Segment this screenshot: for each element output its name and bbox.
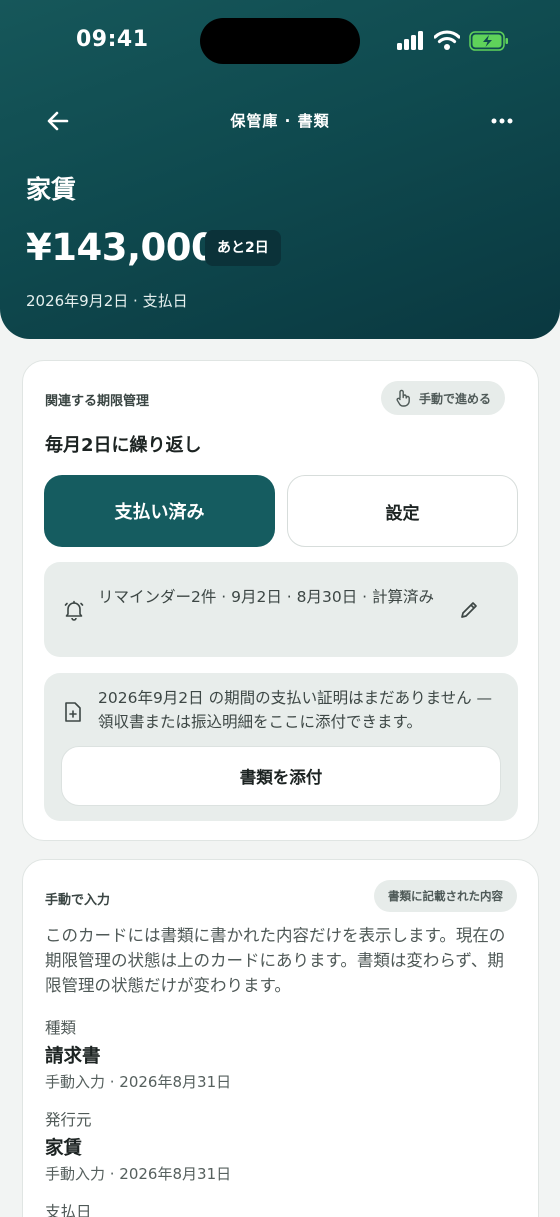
page-title: 家賃 <box>26 175 77 204</box>
document-add-icon <box>65 702 81 722</box>
manual-entry-card: 手動で入力 書類に記載された内容 このカードには書類に書かれた内容だけを表示しま… <box>22 859 539 1217</box>
document-content-chip: 書類に記載された内容 <box>374 880 517 912</box>
manual-advance-chip[interactable]: 手動で進める <box>381 381 506 415</box>
field-label-type: 種類 <box>45 1019 77 1037</box>
more-icon <box>491 118 513 124</box>
nav-bar: 保管庫 · 書類 <box>0 96 560 146</box>
pencil-icon[interactable] <box>458 599 480 621</box>
paid-button[interactable]: 支払い済み <box>44 475 275 547</box>
attach-document-button[interactable]: 書類を添付 <box>61 746 501 806</box>
attach-proof-panel: 2026年9月2日 の期間の支払い証明はまだありません — 領収書または振込明細… <box>44 673 518 821</box>
nav-title: 保管庫 · 書類 <box>230 112 330 130</box>
manual-card-label: 手動で入力 <box>45 893 111 908</box>
reminder-text: リマインダー2件 · 9月2日 · 8月30日 · 計算済み <box>98 588 435 606</box>
status-time: 09:41 <box>76 27 149 52</box>
field-value-issuer: 家賃 <box>45 1138 83 1159</box>
more-button[interactable] <box>484 106 520 136</box>
header: 09:41 保管庫 · 書類 家賃 ¥143,000 あと2日 2026年9月2… <box>0 0 560 339</box>
attach-proof-text: 2026年9月2日 の期間の支払い証明はまだありません — 領収書または振込明細… <box>98 689 493 731</box>
field-meta-issuer: 手動入力 · 2026年8月31日 <box>45 1165 232 1183</box>
status-bar: 09:41 <box>0 0 560 80</box>
recurrence-text: 毎月2日に繰り返し <box>45 435 202 456</box>
field-label-due-date: 支払日 <box>45 1203 92 1217</box>
amount: ¥143,000 <box>26 226 217 269</box>
field-meta-type: 手動入力 · 2026年8月31日 <box>45 1073 232 1091</box>
touch-icon <box>396 389 410 407</box>
days-left-badge: あと2日 <box>205 230 281 266</box>
due-date-line: 2026年9月2日 · 支払日 <box>26 292 188 310</box>
manual-card-description: このカードには書類に書かれた内容だけを表示します。現在の期限管理の状態は上のカー… <box>45 926 506 995</box>
manual-advance-label: 手動で進める <box>419 391 492 406</box>
signal-icon <box>397 30 425 50</box>
deadline-card-label: 関連する期限管理 <box>45 394 150 409</box>
dynamic-island <box>200 18 360 64</box>
deadline-card: 関連する期限管理 手動で進める 毎月2日に繰り返し 支払い済み 設定 リマインダ… <box>22 360 539 841</box>
field-value-type: 請求書 <box>45 1046 101 1067</box>
reminder-panel[interactable]: リマインダー2件 · 9月2日 · 8月30日 · 計算済み <box>44 562 518 657</box>
bell-icon <box>64 600 84 621</box>
field-label-issuer: 発行元 <box>45 1111 92 1129</box>
battery-icon <box>469 31 508 51</box>
wifi-icon <box>434 30 460 50</box>
settings-button[interactable]: 設定 <box>287 475 518 547</box>
